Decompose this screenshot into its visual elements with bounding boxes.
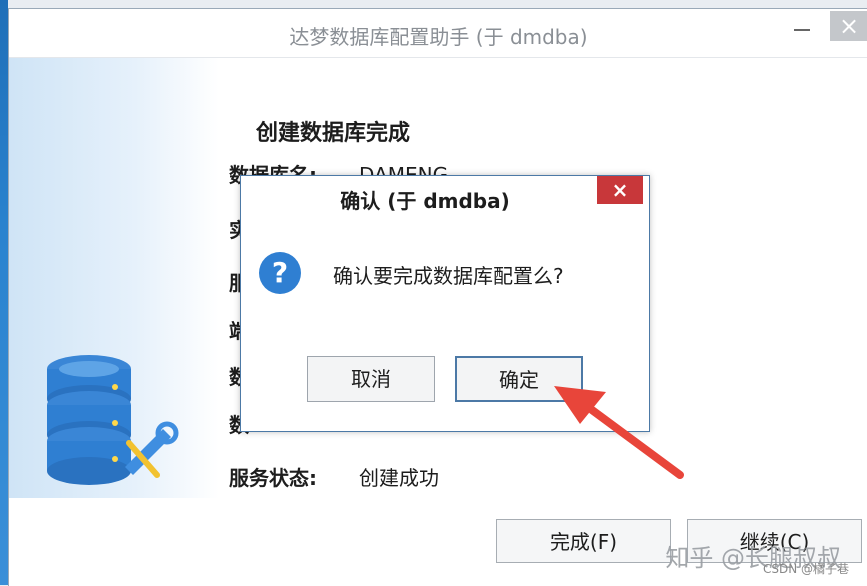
info-label: 服务状态: (229, 466, 317, 490)
minimize-button[interactable] (788, 11, 816, 39)
window-title: 达梦数据库配置助手 (于 dmdba) (289, 25, 588, 49)
database-icon (47, 355, 179, 485)
dialog-title: 确认 (于 dmdba) (340, 189, 510, 213)
desktop-background (0, 0, 8, 585)
info-value: 创建成功 (359, 466, 439, 490)
dialog-titlebar: 确认 (于 dmdba) × (241, 176, 649, 218)
dialog-close-button[interactable]: × (597, 176, 643, 204)
dialog-message: 确认要完成数据库配置么? (333, 264, 564, 288)
red-arrow-annotation (554, 386, 684, 479)
window-titlebar: 达梦数据库配置助手 (于 dmdba) × (9, 9, 867, 58)
question-icon: ? (259, 252, 301, 294)
watermark-sub: CSDN @橘子巷 (762, 562, 849, 576)
window-close-button[interactable]: × (830, 11, 867, 41)
cancel-button[interactable]: 取消 (307, 356, 435, 402)
finish-button[interactable]: 完成(F) (496, 519, 671, 563)
section-heading: 创建数据库完成 (256, 121, 411, 146)
info-row-service-status: 服务状态: 创建成功 (229, 462, 439, 491)
